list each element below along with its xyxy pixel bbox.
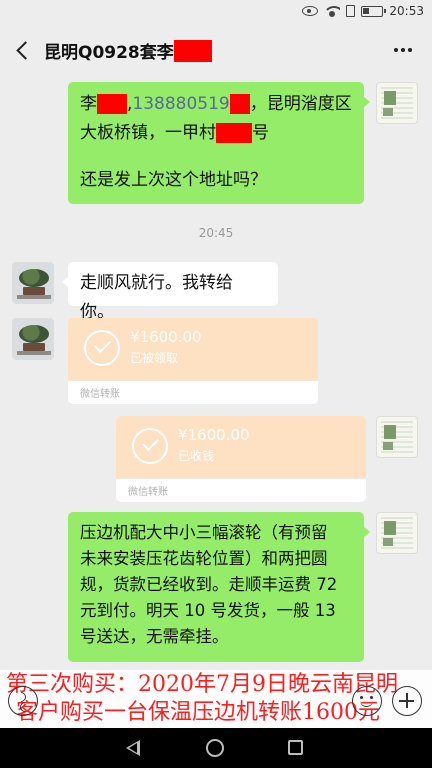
transfer-footer: 微信转账 <box>68 380 318 404</box>
contact-avatar[interactable] <box>12 318 54 360</box>
eye-comfort-icon <box>302 6 319 16</box>
caption-line-2: 客户购买一台保温压边机转账1600元 <box>16 700 380 725</box>
address-line-2: 大板桥镇，一甲村号 <box>80 123 269 143</box>
contact-avatar[interactable] <box>12 262 54 304</box>
check-circle-icon <box>84 330 120 366</box>
transfer-footer: 微信转账 <box>116 478 366 502</box>
shipping-line: 规，货款已经收到。走顺丰运费 72 <box>80 575 338 594</box>
android-nav-bar <box>0 728 432 768</box>
battery-icon <box>361 5 387 17</box>
shipping-line: 元到付。明天 10 号发货，一般 13 <box>80 601 336 620</box>
address-line-1: 李 ,138880519 ，昆明渻度区 <box>80 94 352 114</box>
wifi-icon <box>324 5 341 17</box>
status-icons: 20:53 <box>302 4 424 18</box>
transfer-card-received[interactable]: ¥1600.00 已被领取 微信转账 <box>68 318 318 404</box>
more-options-icon[interactable] <box>392 42 414 58</box>
check-circle-icon <box>132 428 168 464</box>
address-question: 还是发上次这个地址吗？ <box>80 170 267 190</box>
back-arrow-icon[interactable] <box>14 40 34 60</box>
my-avatar[interactable] <box>376 416 418 458</box>
status-bar: 20:53 <box>0 0 432 26</box>
plus-icon[interactable] <box>392 686 422 716</box>
transfer-card-body: ¥1600.00 已收钱 <box>116 416 366 478</box>
nav-recents-icon[interactable] <box>288 740 303 755</box>
voice-input-icon[interactable] <box>8 686 38 716</box>
caption-line-1: 第三次购买：2020年7月9日晚云南昆明 <box>6 672 398 697</box>
emoji-icon[interactable] <box>352 686 382 716</box>
transfer-status: 已收钱 <box>178 449 215 463</box>
nav-back-icon[interactable] <box>126 740 140 756</box>
message-bubble-text[interactable]: 走顺风就行。我转给你。 <box>62 262 278 322</box>
shipping-line: 压边机配大中小三幅滚轮（有预留 <box>80 523 328 542</box>
redaction-block <box>216 123 252 143</box>
shipping-line: 号送达，无需牵挂。 <box>80 627 229 646</box>
chat-header: 昆明Q0928套李 <box>0 26 432 74</box>
transfer-card-body: ¥1600.00 已被领取 <box>68 318 318 380</box>
redaction-block <box>173 39 212 62</box>
message-bubble-address[interactable]: 李 ,138880519 ，昆明渻度区 大板桥镇，一甲村号 还是发上次这个地址吗？ <box>68 82 370 204</box>
shipping-line: 未来安装压花齿轮位置）和两把圆 <box>80 549 328 568</box>
redaction-block <box>229 94 250 114</box>
chat-title: 昆明Q0928套李 <box>44 38 212 63</box>
sim-icon <box>346 5 356 17</box>
time-separator: 20:45 <box>198 226 234 240</box>
my-avatar[interactable] <box>376 512 418 554</box>
status-time: 20:53 <box>389 4 424 18</box>
nav-home-icon[interactable] <box>206 739 224 757</box>
chat-title-text: 昆明Q0928套李 <box>44 43 174 63</box>
transfer-amount: ¥1600.00 <box>178 426 250 444</box>
phone-number-link[interactable]: 138880519 <box>132 94 229 114</box>
my-avatar[interactable] <box>376 82 418 124</box>
transfer-amount: ¥1600.00 <box>130 328 202 346</box>
message-bubble-shipping[interactable]: 压边机配大中小三幅滚轮（有预留 未来安装压花齿轮位置）和两把圆 规，货款已经收到… <box>68 512 370 662</box>
transfer-card-accepted[interactable]: ¥1600.00 已收钱 微信转账 <box>116 416 366 502</box>
transfer-status: 已被领取 <box>130 351 179 365</box>
redaction-block <box>97 94 127 114</box>
